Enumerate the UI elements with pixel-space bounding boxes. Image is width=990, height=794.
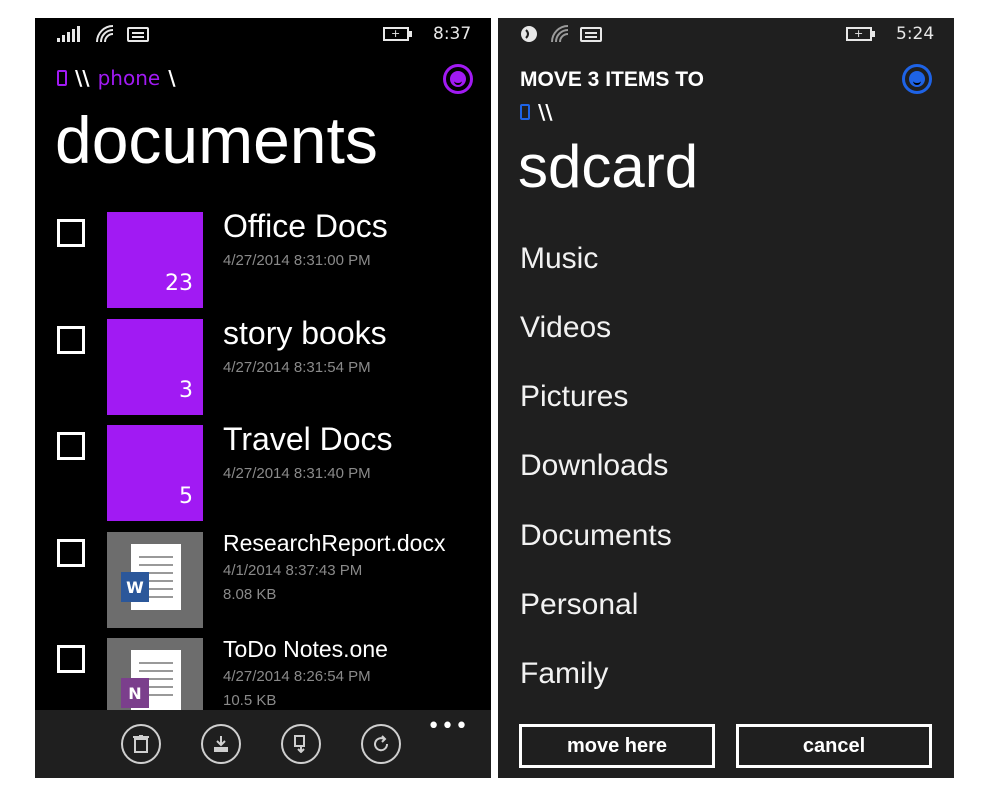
item-count: 3 <box>179 378 193 403</box>
nfc-icon <box>521 26 537 42</box>
app-bar: ••• <box>35 710 491 778</box>
delete-icon[interactable] <box>121 724 161 764</box>
move-items-screen: + 5:24 MOVE 3 ITEMS TO \\ sdcard Music V… <box>498 18 954 778</box>
word-icon: W <box>121 572 149 602</box>
breadcrumb[interactable]: \\ <box>520 100 553 124</box>
folder-tile: 3 <box>107 319 203 415</box>
folder-tile: 23 <box>107 212 203 308</box>
list-item[interactable]: W ResearchReport.docx 4/1/2014 8:37:43 P… <box>35 530 491 628</box>
list-item[interactable]: 3 story books 4/27/2014 8:31:54 PM <box>35 315 491 415</box>
item-size: 10.5 KB <box>223 692 277 709</box>
folder-item-family[interactable]: Family <box>520 657 608 691</box>
page-title: documents <box>55 103 378 177</box>
battery-icon: + <box>846 27 875 41</box>
list-item[interactable]: 23 Office Docs 4/27/2014 8:31:00 PM <box>35 208 491 308</box>
copy-move-icon[interactable] <box>281 724 321 764</box>
breadcrumb-location[interactable]: phone <box>98 66 161 90</box>
item-date: 4/27/2014 8:31:40 PM <box>223 465 371 482</box>
folder-item-downloads[interactable]: Downloads <box>520 449 668 483</box>
onenote-icon: N <box>121 678 149 708</box>
folder-item-videos[interactable]: Videos <box>520 311 611 345</box>
more-options-button[interactable]: ••• <box>427 714 469 739</box>
select-checkbox[interactable] <box>57 219 85 247</box>
breadcrumb[interactable]: \\ phone \ <box>57 66 176 90</box>
message-icon <box>127 27 149 42</box>
item-date: 4/27/2014 8:31:00 PM <box>223 252 371 269</box>
item-date: 4/27/2014 8:31:54 PM <box>223 359 371 376</box>
list-item[interactable]: 5 Travel Docs 4/27/2014 8:31:40 PM <box>35 421 491 521</box>
item-name: story books <box>223 315 387 351</box>
smiley-icon[interactable] <box>443 64 473 94</box>
folder-tile: 5 <box>107 425 203 521</box>
select-checkbox[interactable] <box>57 645 85 673</box>
item-count: 5 <box>179 484 193 509</box>
item-count: 23 <box>165 271 193 296</box>
select-checkbox[interactable] <box>57 432 85 460</box>
move-here-button[interactable]: move here <box>519 724 715 768</box>
download-icon[interactable] <box>201 724 241 764</box>
wifi-icon <box>96 25 114 43</box>
breadcrumb-separator: \\ <box>538 100 553 124</box>
page-title: sdcard <box>518 133 699 200</box>
signal-icon <box>57 26 80 42</box>
sync-icon[interactable] <box>361 724 401 764</box>
wifi-icon <box>551 25 569 43</box>
item-name: Office Docs <box>223 208 388 244</box>
breadcrumb-separator: \\ <box>75 66 90 90</box>
item-date: 4/1/2014 8:37:43 PM <box>223 562 363 579</box>
breadcrumb-separator: \ <box>168 66 176 90</box>
folder-item-personal[interactable]: Personal <box>520 588 638 622</box>
clock: 5:24 <box>896 24 935 44</box>
select-checkbox[interactable] <box>57 539 85 567</box>
dialog-header: MOVE 3 ITEMS TO <box>520 68 704 91</box>
folder-item-documents[interactable]: Documents <box>520 519 672 553</box>
smiley-icon[interactable] <box>902 64 932 94</box>
item-name: ResearchReport.docx <box>223 530 446 556</box>
item-name: ToDo Notes.one <box>223 636 388 662</box>
cancel-button[interactable]: cancel <box>736 724 932 768</box>
battery-icon: + <box>383 27 412 41</box>
status-bar: + 8:37 <box>35 18 491 52</box>
clock: 8:37 <box>433 24 472 44</box>
folder-item-music[interactable]: Music <box>520 242 598 276</box>
documents-screen: + 8:37 \\ phone \ documents 23 Office Do… <box>35 18 491 778</box>
item-name: Travel Docs <box>223 421 393 457</box>
word-document-thumbnail: W <box>107 532 203 628</box>
select-checkbox[interactable] <box>57 326 85 354</box>
status-bar: + 5:24 <box>498 18 954 52</box>
folder-item-pictures[interactable]: Pictures <box>520 380 628 414</box>
item-size: 8.08 KB <box>223 586 277 603</box>
item-date: 4/27/2014 8:26:54 PM <box>223 668 371 685</box>
message-icon <box>580 27 602 42</box>
phone-icon <box>520 104 530 120</box>
phone-icon <box>57 70 67 86</box>
